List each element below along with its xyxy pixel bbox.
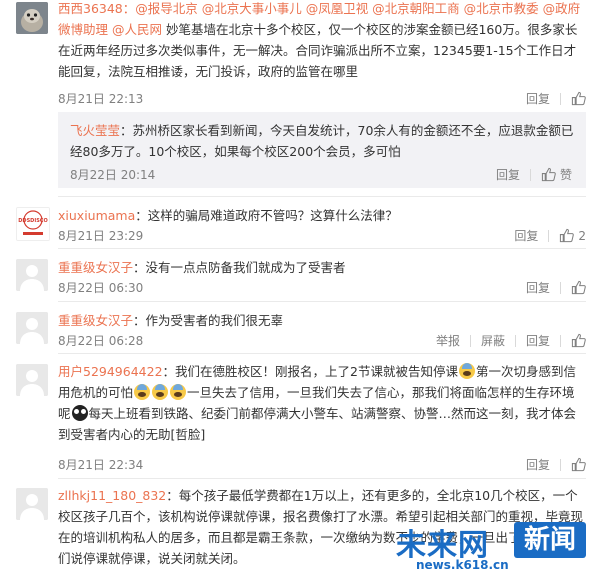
divider xyxy=(58,196,586,197)
divider xyxy=(548,229,550,242)
comment-body: ：我们在德胜校区！刚报名，上了2节课就被告知停课 xyxy=(162,364,458,379)
like-button[interactable] xyxy=(571,91,586,106)
shocked-emoji-icon xyxy=(71,405,88,421)
comment-time: 8月22日 06:28 xyxy=(58,334,144,348)
reply-body: ：苏州桥区家长看到新闻，今天自发统计，70余人有的金额还不全，应退款金额已经80… xyxy=(70,123,574,159)
watermark-url: news.k618.cn xyxy=(416,558,509,572)
divider xyxy=(514,334,516,347)
watermark-badge: 新闻 xyxy=(514,522,586,558)
reply-button[interactable]: 回复 xyxy=(514,227,538,244)
like-button[interactable]: 2 xyxy=(559,228,586,243)
comment-body: ：没有一点点防备我们就成为了受害者 xyxy=(133,260,346,275)
like-button[interactable] xyxy=(571,280,586,295)
reply-button[interactable]: 回复 xyxy=(496,166,520,183)
reply-box: 飞火莹莹：苏州桥区家长看到新闻，今天自发统计，70余人有的金额还不全，应退款金额… xyxy=(58,112,586,188)
thumbs-up-icon xyxy=(571,91,586,106)
comment-body: ：作为受害者的我们很无辜 xyxy=(133,313,284,328)
comment-username[interactable]: 重重级女汉子 xyxy=(58,260,133,275)
divider xyxy=(529,168,531,181)
comment-time: 8月22日 06:30 xyxy=(58,281,144,295)
avatar-logo-text: DDSDISCO xyxy=(18,218,47,224)
like-button[interactable]: 赞 xyxy=(541,166,572,183)
like-button[interactable] xyxy=(571,333,586,348)
ddsdisco-logo-icon: DDSDISCO xyxy=(17,208,49,240)
comment-time: 8月21日 23:29 xyxy=(58,229,144,243)
comment-body: 每天上班看到铁路、纪委门前都停满大小警车、站满警察、协警…然而这一刻，我才体会到… xyxy=(58,406,577,442)
avatar[interactable] xyxy=(16,312,48,344)
divider xyxy=(58,478,586,479)
comment-username[interactable]: 重重级女汉子 xyxy=(58,313,133,328)
reply-username[interactable]: 飞火莹莹 xyxy=(70,123,120,138)
comment-username[interactable]: 西西36348 xyxy=(58,1,123,16)
thumbs-up-icon xyxy=(560,228,575,243)
reply-button[interactable]: 回复 xyxy=(526,90,550,107)
like-count: 2 xyxy=(578,228,586,243)
thumbs-up-icon xyxy=(571,280,586,295)
comment-username[interactable]: zllhkj11_180_832 xyxy=(58,488,166,503)
divider xyxy=(560,458,561,471)
fearful-emoji-icon xyxy=(459,363,475,379)
divider xyxy=(560,334,561,347)
like-label: 赞 xyxy=(559,168,572,182)
default-user-icon xyxy=(16,488,48,520)
divider xyxy=(469,334,471,347)
news-watermark-logo: 未来网 新闻 news.k618.cn xyxy=(396,520,596,576)
default-user-icon xyxy=(16,364,48,396)
reply-time: 8月22日 20:14 xyxy=(70,168,156,182)
avatar[interactable] xyxy=(16,364,48,396)
divider xyxy=(58,353,586,354)
like-button[interactable] xyxy=(571,457,586,472)
comment-username[interactable]: xiuxiumama xyxy=(58,208,135,223)
divider xyxy=(560,92,561,105)
thumbs-up-icon xyxy=(571,333,586,348)
fearful-emoji-icon xyxy=(152,384,169,400)
reply-button[interactable]: 回复 xyxy=(526,456,550,473)
reply-button[interactable]: 回复 xyxy=(526,279,550,296)
fearful-emoji-icon xyxy=(134,384,151,400)
comment-time: 8月21日 22:13 xyxy=(58,92,144,106)
avatar[interactable]: DDSDISCO xyxy=(16,207,50,241)
fearful-emoji-icon xyxy=(170,384,187,400)
thumbs-up-icon xyxy=(541,167,556,182)
comment-body: ：这样的骗局难道政府不管吗？这算什么法律？ xyxy=(135,208,398,223)
block-button[interactable]: 屏蔽 xyxy=(481,332,505,349)
avatar[interactable] xyxy=(16,488,48,520)
divider xyxy=(58,248,586,249)
default-user-icon xyxy=(16,312,48,344)
report-button[interactable]: 举报 xyxy=(436,332,460,349)
divider xyxy=(560,281,561,294)
comment-username[interactable]: 用户5294964422 xyxy=(58,364,163,379)
avatar[interactable] xyxy=(16,259,48,291)
animal-photo-icon xyxy=(16,2,48,34)
comment-time: 8月21日 22:34 xyxy=(58,458,144,472)
reply-button[interactable]: 回复 xyxy=(526,332,550,349)
divider xyxy=(58,301,586,302)
avatar[interactable] xyxy=(16,2,48,34)
thumbs-up-icon xyxy=(571,457,586,472)
default-user-icon xyxy=(16,259,48,291)
